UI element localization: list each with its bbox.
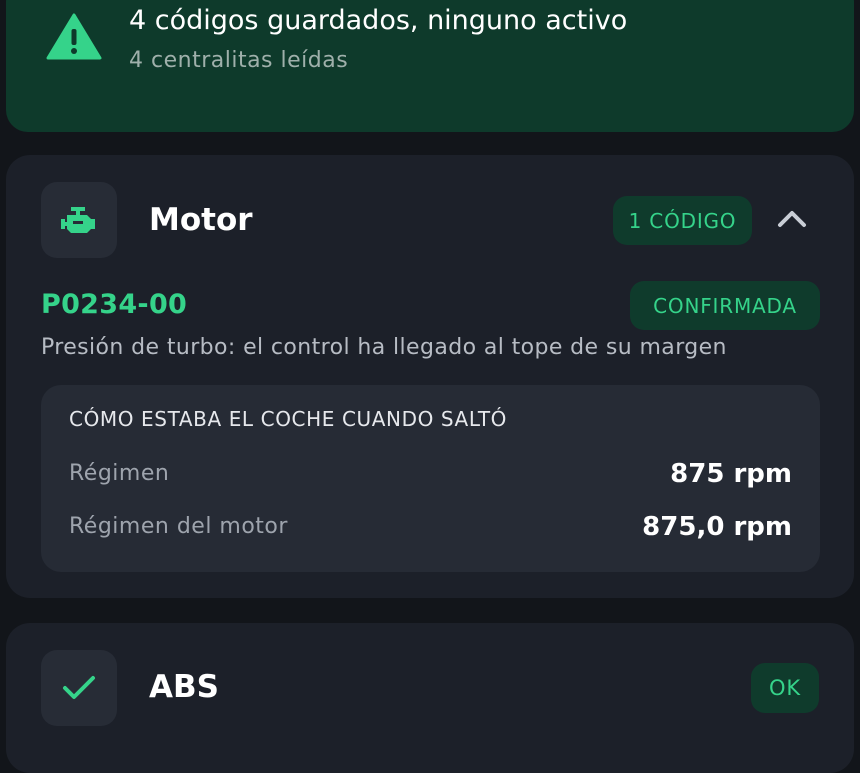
- freeze-frame-row: Régimen 875 rpm: [69, 459, 792, 493]
- freeze-frame-panel: CÓMO ESTABA EL COCHE CUANDO SALTÓ Régime…: [41, 385, 820, 572]
- dtc-status-badge: CONFIRMADA: [630, 281, 820, 330]
- dtc-description: Presión de turbo: el control ha llegado …: [41, 335, 727, 360]
- module-title: ABS: [149, 669, 219, 705]
- code-count-badge: 1 CÓDIGO: [613, 196, 752, 245]
- module-card-motor: Motor 1 CÓDIGO P0234-00 CONFIRMADA Presi…: [6, 155, 854, 598]
- status-subtitle: 4 centralitas leídas: [129, 48, 349, 73]
- dtc-code[interactable]: P0234-00: [41, 289, 187, 320]
- freeze-frame-title: CÓMO ESTABA EL COCHE CUANDO SALTÓ: [69, 407, 507, 431]
- module-card-abs[interactable]: ABS OK: [6, 623, 854, 773]
- warning-triangle-icon: [46, 13, 102, 60]
- chevron-up-icon[interactable]: [774, 207, 810, 231]
- module-icon-box: [41, 650, 117, 726]
- module-title: Motor: [149, 202, 253, 238]
- module-icon-box: [41, 182, 117, 258]
- status-banner: 4 códigos guardados, ninguno activo 4 ce…: [6, 0, 854, 132]
- status-title: 4 códigos guardados, ninguno activo: [129, 5, 628, 36]
- checkmark-icon: [63, 676, 95, 699]
- freeze-frame-label: Régimen del motor: [69, 514, 288, 539]
- freeze-frame-row: Régimen del motor 875,0 rpm: [69, 512, 792, 546]
- freeze-frame-value: 875,0 rpm: [642, 512, 792, 542]
- freeze-frame-label: Régimen: [69, 461, 170, 486]
- freeze-frame-value: 875 rpm: [670, 459, 792, 489]
- status-ok-badge: OK: [751, 663, 819, 713]
- engine-icon: [61, 207, 95, 233]
